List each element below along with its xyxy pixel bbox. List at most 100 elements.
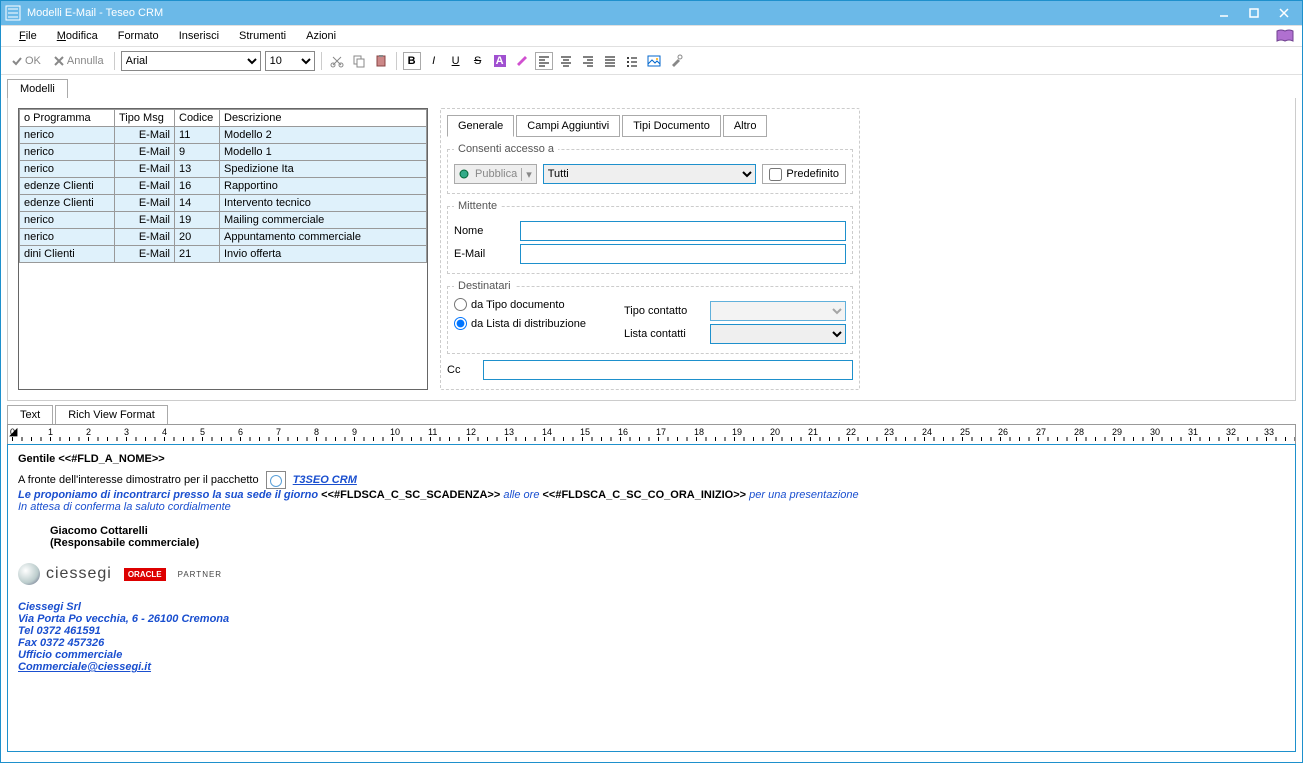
edtab-rich[interactable]: Rich View Format — [55, 405, 168, 424]
table-row[interactable]: edenze ClientiE-Mail16Rapportino — [20, 178, 427, 195]
align-left-icon[interactable] — [535, 52, 553, 70]
menu-file[interactable]: Filedocument.currentScript.previousEleme… — [9, 28, 47, 44]
table-row[interactable]: nericoE-Mail13Spedizione Ita — [20, 161, 427, 178]
subtab-altro[interactable]: Altro — [723, 115, 768, 137]
tipocontatto-label: Tipo contatto — [624, 305, 704, 317]
table-row[interactable]: nericoE-Mail20Appuntamento commerciale — [20, 229, 427, 246]
email-label: E-Mail — [454, 248, 514, 260]
radio-tipodoc[interactable]: da Tipo documento — [454, 298, 614, 311]
body-fld-scad: <<#FLDSCA_C_SC_SCADENZA>> — [321, 489, 500, 501]
company-addr: Via Porta Po vecchia, 6 - 26100 Cremona — [18, 613, 1285, 625]
table-row[interactable]: nericoE-Mail11Modello 2 — [20, 127, 427, 144]
globe-icon — [459, 169, 471, 179]
nome-input[interactable] — [520, 221, 846, 241]
subtab-campi[interactable]: Campi Aggiuntivi — [516, 115, 620, 137]
models-grid[interactable]: o Programma Tipo Msg Codice Descrizione … — [18, 108, 428, 390]
underline-icon[interactable]: U — [447, 52, 465, 70]
logos: ciessegi ORACLE PARTNER — [18, 563, 1285, 585]
logo-oracle: ORACLE — [124, 568, 166, 581]
menu-strumenti[interactable]: Strumenti — [229, 28, 296, 44]
list-icon[interactable] — [623, 52, 641, 70]
italic-icon[interactable]: I — [425, 52, 443, 70]
help-icon[interactable] — [1276, 29, 1294, 43]
titlebar: Modelli E-Mail - Teseo CRM — [1, 1, 1302, 25]
subtab-tipidoc[interactable]: Tipi Documento — [622, 115, 721, 137]
body-fld-ora: <<#FLDSCA_C_SC_CO_ORA_INIZIO>> — [543, 489, 747, 501]
pubblica-button[interactable]: Pubblica ▾ — [454, 164, 537, 184]
fontsize-select[interactable]: 10 — [265, 51, 315, 71]
table-row[interactable]: edenze ClientiE-Mail14Intervento tecnico — [20, 195, 427, 212]
destinatari-legend: Destinatari — [454, 280, 515, 292]
subtab-generale[interactable]: Generale — [447, 115, 514, 137]
predefinito-check[interactable]: Predefinito — [762, 164, 846, 184]
annulla-button[interactable]: Annulla — [49, 54, 108, 68]
ok-button[interactable]: OK — [7, 54, 45, 68]
table-row[interactable]: nericoE-Mail9Modello 1 — [20, 144, 427, 161]
paste-icon[interactable] — [372, 52, 390, 70]
tabstrip: Modelli — [1, 75, 1302, 98]
fontcolor-icon[interactable]: A — [491, 52, 509, 70]
company-fax: Fax 0372 457326 — [18, 637, 1285, 649]
bold-icon[interactable]: B — [403, 52, 421, 70]
product-link[interactable]: T3SEO CRM — [293, 474, 357, 486]
cut-icon[interactable] — [328, 52, 346, 70]
close-button[interactable] — [1270, 5, 1298, 21]
body-line2: A fronte dell'interesse dimostratro per … — [18, 474, 259, 486]
editor-tabs: Text Rich View Format — [1, 401, 1302, 424]
image-icon[interactable] — [645, 52, 663, 70]
listacontatti-select[interactable] — [710, 324, 846, 344]
radio-lista[interactable]: da Lista di distribuzione — [454, 317, 614, 330]
inline-image-placeholder — [266, 471, 286, 489]
menu-formato[interactable]: Formato — [108, 28, 169, 44]
logo-partner: PARTNER — [178, 570, 223, 579]
minimize-button[interactable] — [1210, 5, 1238, 21]
fieldset-destinatari: Destinatari da Tipo documento da Lista d… — [447, 280, 853, 354]
listacontatti-label: Lista contatti — [624, 328, 704, 340]
consenti-legend: Consenti accesso a — [454, 143, 558, 155]
maximize-button[interactable] — [1240, 5, 1268, 21]
fieldset-consenti: Consenti accesso a Pubblica ▾ Tutti Pred… — [447, 143, 853, 194]
menu-modifica[interactable]: Modifica — [47, 28, 108, 44]
copy-icon[interactable] — [350, 52, 368, 70]
menubar: Filedocument.currentScript.previousEleme… — [1, 25, 1302, 47]
table-row[interactable]: dini ClientiE-Mail21Invio offerta — [20, 246, 427, 263]
nome-label: Nome — [454, 225, 514, 237]
tab-modelli[interactable]: Modelli — [7, 79, 68, 98]
sig-role: (Responsabile commerciale) — [50, 537, 1285, 549]
company-name: Ciessegi Srl — [18, 601, 1285, 613]
table-row[interactable]: nericoE-Mail19Mailing commerciale — [20, 212, 427, 229]
tool-icon[interactable] — [667, 52, 685, 70]
col-programma[interactable]: o Programma — [20, 110, 115, 127]
fieldset-mittente: Mittente Nome E-Mail — [447, 200, 853, 274]
strike-icon[interactable]: S — [469, 52, 487, 70]
app-icon — [5, 5, 21, 21]
window-title: Modelli E-Mail - Teseo CRM — [27, 7, 163, 19]
menu-azioni[interactable]: Azioni — [296, 28, 346, 44]
logo-ciessegi: ciessegi — [18, 563, 112, 585]
cc-input[interactable] — [483, 360, 853, 380]
align-center-icon[interactable] — [557, 52, 575, 70]
company-ufficio: Ufficio commerciale — [18, 649, 1285, 661]
sig-name: Giacomo Cottarelli — [50, 525, 1285, 537]
body-line4: In attesa di conferma la saluto cordialm… — [18, 501, 1285, 513]
email-input[interactable] — [520, 244, 846, 264]
tutti-select[interactable]: Tutti — [543, 164, 757, 184]
company-tel: Tel 0372 461591 — [18, 625, 1285, 637]
body-alleore: alle ore — [503, 489, 542, 501]
company-mail[interactable]: Commerciale@ciessegi.it — [18, 661, 1285, 673]
align-justify-icon[interactable] — [601, 52, 619, 70]
align-right-icon[interactable] — [579, 52, 597, 70]
cc-label: Cc — [447, 364, 477, 376]
body-line3a: Le proponiamo di incontrarci presso la s… — [18, 489, 321, 501]
col-tipomsg[interactable]: Tipo Msg — [115, 110, 175, 127]
ruler[interactable]: ◢ — [7, 424, 1296, 444]
body-line3end: per una presentazione — [749, 489, 858, 501]
col-descrizione[interactable]: Descrizione — [220, 110, 427, 127]
font-select[interactable]: Arial — [121, 51, 261, 71]
edtab-text[interactable]: Text — [7, 405, 53, 424]
editor-area[interactable]: Gentile <<#FLD_A_NOME>> A fronte dell'in… — [7, 444, 1296, 752]
highlight-icon[interactable] — [513, 52, 531, 70]
col-codice[interactable]: Codice — [175, 110, 220, 127]
menu-inserisci[interactable]: Inserisci — [169, 28, 229, 44]
mittente-legend: Mittente — [454, 200, 501, 212]
